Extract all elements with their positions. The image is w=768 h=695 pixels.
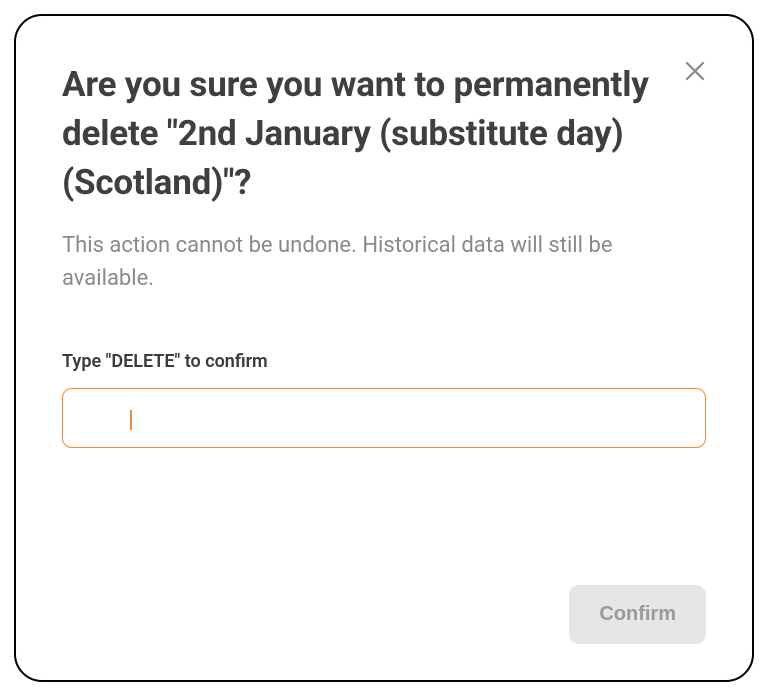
modal-title: Are you sure you want to permanently del… xyxy=(62,60,706,207)
text-cursor xyxy=(130,410,132,430)
close-button[interactable] xyxy=(680,58,710,88)
modal-footer: Confirm xyxy=(62,585,706,644)
modal-subtitle: This action cannot be undone. Historical… xyxy=(62,229,706,295)
confirm-input-section: Type "DELETE" to confirm xyxy=(62,351,706,448)
input-wrapper xyxy=(62,388,706,448)
confirm-button[interactable]: Confirm xyxy=(569,585,706,644)
confirm-input-label: Type "DELETE" to confirm xyxy=(62,351,706,372)
confirm-input[interactable] xyxy=(62,388,706,448)
close-icon xyxy=(682,58,708,87)
delete-confirm-modal: Are you sure you want to permanently del… xyxy=(14,14,754,682)
